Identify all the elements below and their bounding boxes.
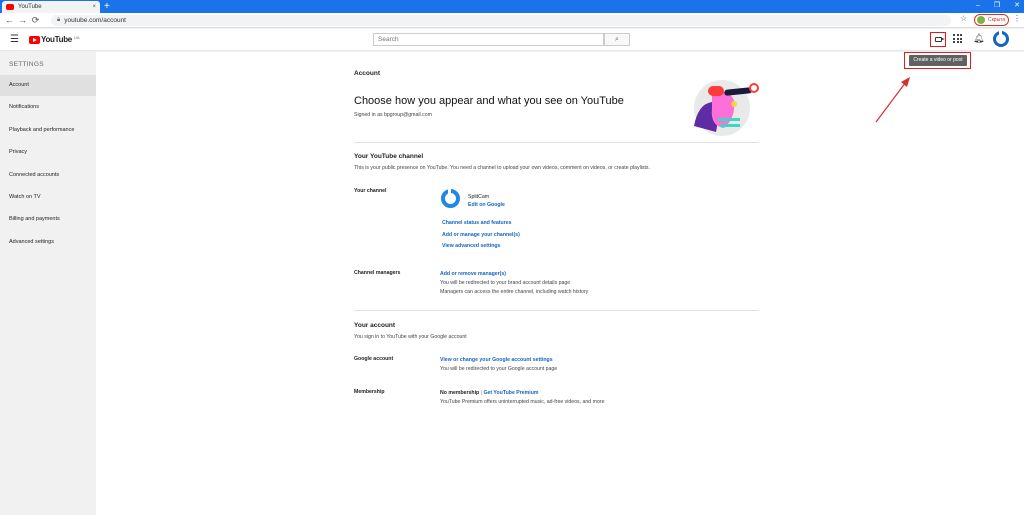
logo-text: YouTube — [41, 35, 72, 44]
channel-name: SplitCam — [468, 194, 490, 200]
divider — [354, 142, 759, 143]
profile-chip[interactable]: Скрыта — [974, 14, 1009, 26]
membership-note: YouTube Premium offers uninterrupted mus… — [440, 399, 605, 405]
settings-sidebar: SETTINGS Account Notifications Playback … — [0, 52, 96, 515]
membership-row: No membership | Get YouTube Premium — [440, 390, 539, 396]
search-input[interactable] — [373, 33, 604, 46]
new-tab-button[interactable]: + — [104, 0, 110, 13]
hamburger-menu-icon[interactable]: ☰ — [10, 34, 19, 46]
search-button[interactable]: ⌕ — [604, 33, 630, 46]
edit-on-google-link[interactable]: Edit on Google — [468, 202, 505, 208]
window-controls: – ❐ ✕ — [976, 0, 1020, 12]
forward-arrow-icon[interactable]: → — [16, 15, 29, 25]
account-avatar[interactable] — [993, 31, 1009, 47]
google-account-note: You will be redirected to your Google ac… — [440, 366, 558, 372]
back-arrow-icon[interactable]: ← — [3, 15, 16, 25]
browser-toolbar: ← → ⟳ 🔒︎ youtube.com/account ☆ Скрыта ⋮ — [0, 13, 1024, 28]
logo-country: UA — [73, 34, 80, 40]
sidebar-item-notifications[interactable]: Notifications — [0, 97, 96, 118]
sidebar-item-privacy[interactable]: Privacy — [0, 142, 96, 163]
profile-label: Скрыта — [988, 17, 1006, 23]
membership-label: Membership — [354, 389, 385, 395]
annotation-arrow-icon — [875, 77, 910, 123]
close-window-icon[interactable]: ✕ — [1014, 0, 1020, 12]
create-tooltip: Create a video or post — [909, 55, 967, 66]
advanced-settings-link[interactable]: View advanced settings — [442, 243, 500, 249]
telescope-illustration — [694, 80, 759, 136]
lock-icon: 🔒︎ — [57, 17, 61, 23]
get-premium-link[interactable]: Get YouTube Premium — [483, 390, 538, 396]
sidebar-item-watch-on-tv[interactable]: Watch on TV — [0, 187, 96, 208]
tab-title: YouTube — [18, 4, 42, 10]
bookmark-star-icon[interactable]: ☆ — [960, 14, 967, 23]
sidebar-item-account[interactable]: Account — [0, 75, 96, 96]
youtube-play-icon — [29, 35, 40, 44]
channel-status-link[interactable]: Channel status and features — [442, 220, 511, 226]
search-icon: ⌕ — [615, 36, 619, 43]
google-account-settings-link[interactable]: View or change your Google account setti… — [440, 357, 553, 363]
your-channel-label: Your channel — [354, 188, 387, 194]
signed-in-text: Signed in as bpgroup@gmail.com — [354, 112, 432, 118]
manage-channels-link[interactable]: Add or manage your channel(s) — [442, 232, 520, 238]
manage-managers-link[interactable]: Add or remove manager(s) — [440, 271, 506, 277]
apps-grid-icon[interactable] — [953, 34, 962, 43]
video-camera-icon — [934, 37, 945, 42]
youtube-logo[interactable]: YouTube UA — [29, 35, 80, 44]
address-bar[interactable]: 🔒︎ youtube.com/account — [51, 15, 951, 26]
browser-menu-icon[interactable]: ⋮ — [1013, 14, 1021, 23]
sidebar-item-advanced[interactable]: Advanced settings — [0, 232, 96, 253]
browser-tab[interactable]: YouTube × — [2, 1, 100, 13]
google-account-label: Google account — [354, 356, 394, 362]
maximize-icon[interactable]: ❐ — [994, 0, 1000, 12]
tab-close-icon[interactable]: × — [92, 4, 96, 10]
notifications-bell-icon[interactable]: 🔔︎ — [973, 33, 984, 44]
channel-managers-label: Channel managers — [354, 270, 401, 276]
sidebar-item-connected-accounts[interactable]: Connected accounts — [0, 165, 96, 186]
sidebar-item-billing[interactable]: Billing and payments — [0, 209, 96, 230]
managers-note-2: Managers can access the entire channel, … — [440, 289, 589, 295]
youtube-favicon-icon — [6, 4, 14, 10]
page-title: Choose how you appear and what you see o… — [354, 95, 624, 107]
channel-avatar — [441, 189, 460, 208]
divider — [354, 310, 759, 311]
channel-section-desc: This is your public presence on YouTube.… — [354, 165, 650, 171]
account-section-title: Your account — [354, 322, 396, 329]
channel-section-title: Your YouTube channel — [354, 153, 424, 160]
sidebar-item-playback[interactable]: Playback and performance — [0, 120, 96, 141]
url-text: youtube.com/account — [64, 17, 126, 24]
section-label: Account — [354, 70, 380, 77]
browser-tab-bar: YouTube × + – ❐ ✕ — [0, 0, 1024, 13]
reload-icon[interactable]: ⟳ — [29, 15, 42, 26]
sidebar-heading: SETTINGS — [9, 61, 44, 68]
managers-note-1: You will be redirected to your brand acc… — [440, 280, 571, 286]
account-section-desc: You sign in to YouTube with your Google … — [354, 334, 467, 340]
minimize-icon[interactable]: – — [976, 0, 980, 12]
create-video-button[interactable] — [930, 32, 946, 47]
youtube-masthead: ☰ YouTube UA ⌕ 🔔︎ — [0, 29, 1024, 51]
membership-value: No membership — [440, 390, 480, 396]
profile-avatar-icon — [977, 16, 985, 24]
